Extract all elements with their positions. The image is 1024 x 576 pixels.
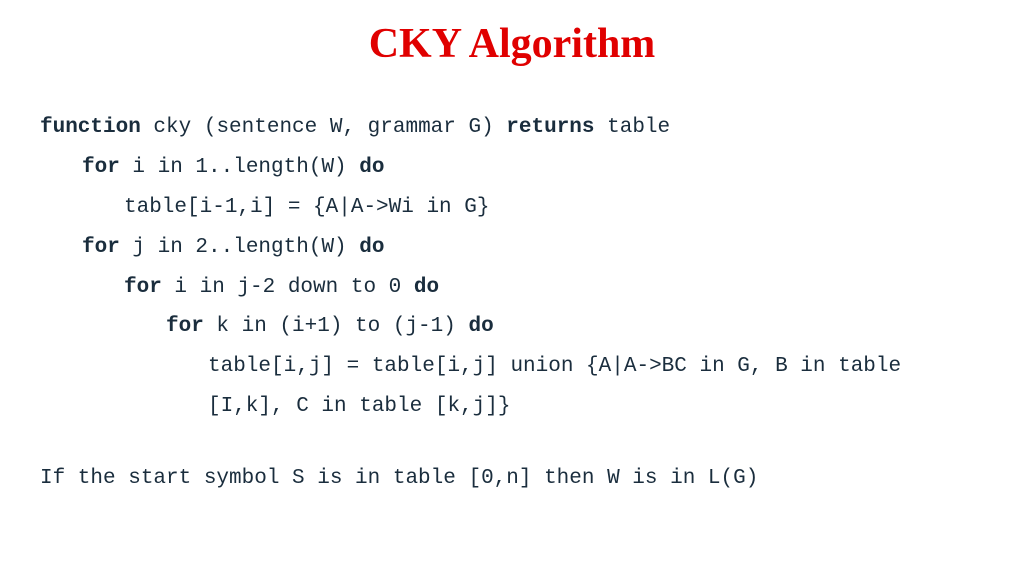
- code-text: i in j-2 down to 0: [162, 276, 414, 299]
- keyword-for: for: [166, 315, 204, 338]
- code-line-2: for i in 1..length(W) do: [40, 148, 984, 188]
- pseudocode-block: function cky (sentence W, grammar G) ret…: [40, 108, 984, 499]
- code-text: j in 2..length(W): [120, 236, 359, 259]
- keyword-do: do: [468, 315, 493, 338]
- keyword-do: do: [359, 236, 384, 259]
- code-text: i in 1..length(W): [120, 156, 359, 179]
- spacer: [40, 427, 984, 459]
- keyword-returns: returns: [506, 116, 594, 139]
- keyword-function: function: [40, 116, 141, 139]
- code-text: table: [595, 116, 671, 139]
- keyword-for: for: [82, 236, 120, 259]
- code-line-5: for i in j-2 down to 0 do: [40, 268, 984, 308]
- slide-title: CKY Algorithm: [40, 20, 984, 68]
- code-text: table[i,j] = table[i,j] union {A|A->BC i…: [208, 355, 914, 418]
- code-text: k in (i+1) to (j-1): [204, 315, 469, 338]
- code-line-1: function cky (sentence W, grammar G) ret…: [40, 108, 984, 148]
- keyword-do: do: [359, 156, 384, 179]
- code-line-7: table[i,j] = table[i,j] union {A|A->BC i…: [40, 347, 984, 427]
- code-text: If the start symbol S is in table [0,n] …: [40, 467, 758, 490]
- code-line-6: for k in (i+1) to (j-1) do: [40, 307, 984, 347]
- code-line-8: If the start symbol S is in table [0,n] …: [40, 459, 984, 499]
- keyword-for: for: [124, 276, 162, 299]
- code-line-4: for j in 2..length(W) do: [40, 228, 984, 268]
- code-line-3: table[i-1,i] = {A|A->Wi in G}: [40, 188, 984, 228]
- code-text: table[i-1,i] = {A|A->Wi in G}: [124, 196, 489, 219]
- keyword-for: for: [82, 156, 120, 179]
- keyword-do: do: [414, 276, 439, 299]
- code-text: cky (sentence W, grammar G): [141, 116, 506, 139]
